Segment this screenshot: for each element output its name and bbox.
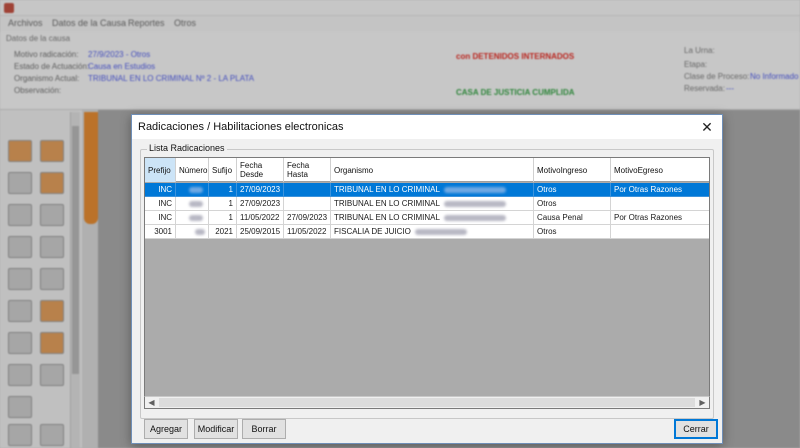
cell-sufijo: 1 <box>209 211 237 225</box>
cell-fecha-desde: 11/05/2022 <box>237 211 284 225</box>
cell-numero <box>176 225 209 239</box>
column-header-fecha-desde[interactable]: Fecha Desde <box>237 158 284 182</box>
cell-prefijo: INC <box>145 197 176 211</box>
cell-motivo-ingreso: Causa Penal <box>534 211 611 225</box>
add-button[interactable]: Agregar <box>144 419 188 439</box>
cell-motivo-ingreso: Otros <box>534 225 611 239</box>
cell-sufijo: 1 <box>209 197 237 211</box>
cell-sufijo: 2021 <box>209 225 237 239</box>
cell-motivo-ingreso: Otros <box>534 197 611 211</box>
cell-prefijo: INC <box>145 211 176 225</box>
group-label: Lista Radicaciones <box>147 143 227 153</box>
column-header-sufijo[interactable]: Sufijo <box>209 158 237 182</box>
cell-fecha-hasta <box>284 183 331 197</box>
cell-organismo: FISCALIA DE JUICIO <box>331 225 534 239</box>
cell-organismo: TRIBUNAL EN LO CRIMINAL <box>331 211 534 225</box>
column-header-prefijo[interactable]: Prefijo <box>145 158 176 182</box>
cell-numero <box>176 183 209 197</box>
cell-sufijo: 1 <box>209 183 237 197</box>
dialog-title: Radicaciones / Habilitaciones electronic… <box>138 121 344 133</box>
delete-button[interactable]: Borrar <box>242 419 286 439</box>
organismo-text: FISCALIA DE JUICIO <box>334 227 411 236</box>
cell-motivo-egreso <box>611 197 709 211</box>
grid-horizontal-scrollbar[interactable]: ◀ ▶ <box>144 396 710 409</box>
column-header-fecha-hasta[interactable]: Fecha Hasta <box>284 158 331 182</box>
modify-button[interactable]: Modificar <box>194 419 238 439</box>
cell-organismo: TRIBUNAL EN LO CRIMINAL <box>331 197 534 211</box>
cell-prefijo: 3001 <box>145 225 176 239</box>
column-header-motivo-ingreso[interactable]: MotivoIngreso <box>534 158 611 182</box>
cell-motivo-egreso: Por Otras Razones <box>611 183 709 197</box>
cell-fecha-desde: 25/09/2015 <box>237 225 284 239</box>
scroll-left-icon[interactable]: ◀ <box>145 397 158 408</box>
organismo-text: TRIBUNAL EN LO CRIMINAL <box>334 185 440 194</box>
cell-fecha-hasta: 27/09/2023 <box>284 211 331 225</box>
cell-fecha-hasta <box>284 197 331 211</box>
column-header-motivo-egreso[interactable]: MotivoEgreso <box>611 158 709 182</box>
scroll-right-icon[interactable]: ▶ <box>696 397 709 408</box>
dialog-titlebar: Radicaciones / Habilitaciones electronic… <box>132 115 722 139</box>
cell-motivo-egreso <box>611 225 709 239</box>
grid-header: Prefijo Número Sufijo Fecha Desde Fecha … <box>145 158 709 182</box>
cell-motivo-ingreso: Otros <box>534 183 611 197</box>
scrollbar-track[interactable] <box>159 398 695 407</box>
close-button[interactable]: Cerrar <box>674 419 718 439</box>
column-header-organismo[interactable]: Organismo <box>331 158 534 182</box>
cell-fecha-hasta: 11/05/2022 <box>284 225 331 239</box>
table-row[interactable]: INC 1 11/05/2022 27/09/2023 TRIBUNAL EN … <box>145 211 709 225</box>
organismo-text: TRIBUNAL EN LO CRIMINAL <box>334 213 440 222</box>
cell-fecha-desde: 27/09/2023 <box>237 183 284 197</box>
column-header-numero[interactable]: Número <box>176 158 209 182</box>
cell-fecha-desde: 27/09/2023 <box>237 197 284 211</box>
table-row[interactable]: INC 1 27/09/2023 TRIBUNAL EN LO CRIMINAL… <box>145 197 709 211</box>
cell-prefijo: INC <box>145 183 176 197</box>
table-row[interactable]: INC 1 27/09/2023 TRIBUNAL EN LO CRIMINAL… <box>145 183 709 197</box>
table-row[interactable]: 3001 2021 25/09/2015 11/05/2022 FISCALIA… <box>145 225 709 239</box>
cell-numero <box>176 197 209 211</box>
cell-motivo-egreso: Por Otras Razones <box>611 211 709 225</box>
radicaciones-grid[interactable]: Prefijo Número Sufijo Fecha Desde Fecha … <box>144 157 710 409</box>
cell-organismo: TRIBUNAL EN LO CRIMINAL <box>331 183 534 197</box>
organismo-text: TRIBUNAL EN LO CRIMINAL <box>334 199 440 208</box>
close-icon[interactable]: ✕ <box>698 118 716 136</box>
cell-numero <box>176 211 209 225</box>
